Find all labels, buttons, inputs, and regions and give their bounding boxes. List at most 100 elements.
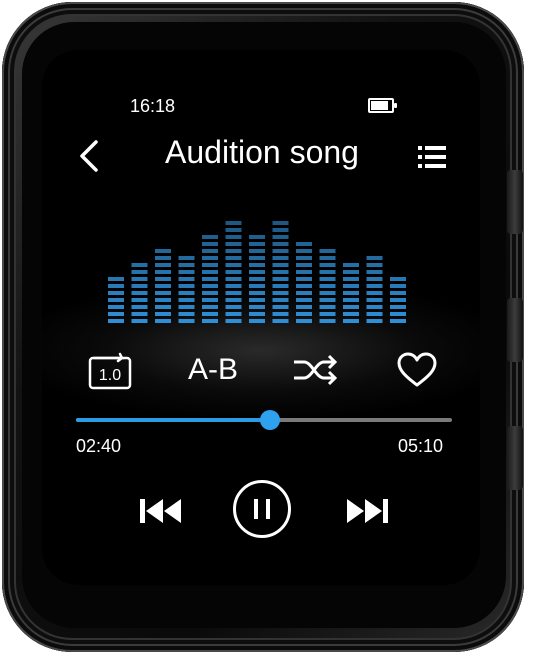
skip-next-icon (347, 499, 388, 523)
favorite-button[interactable] (392, 346, 442, 394)
visualizer-segment (178, 270, 195, 274)
visualizer-segment (366, 298, 383, 302)
visualizer-segment (249, 235, 265, 239)
visualizer-segment (366, 270, 383, 274)
visualizer-segment (249, 277, 265, 281)
visualizer-segment (155, 319, 171, 323)
visualizer-segment (108, 312, 124, 316)
progress-fill (76, 418, 271, 422)
visualizer-segment (272, 221, 289, 225)
progress-bar[interactable] (76, 410, 452, 430)
visualizer-segment (202, 263, 218, 267)
ab-repeat-button[interactable]: A-B (178, 346, 248, 394)
visualizer-segment (343, 298, 359, 302)
visualizer-segment (319, 277, 336, 281)
visualizer-segment (225, 263, 242, 267)
visualizer-segment (108, 291, 124, 295)
player-screen: 16:18 Audition song 1.0 A-B 02:40 05:10 (42, 50, 480, 585)
progress-knob[interactable] (260, 410, 281, 430)
visualizer-segment (319, 291, 336, 295)
visualizer-segment (155, 298, 171, 302)
visualizer-segment (296, 298, 312, 302)
visualizer-segment (343, 291, 359, 295)
visualizer-segment (225, 298, 242, 302)
visualizer-segment (343, 305, 359, 309)
visualizer-segment (225, 277, 242, 281)
back-button[interactable] (76, 136, 104, 176)
visualizer-segment (272, 270, 289, 274)
visualizer-segment (319, 256, 336, 260)
visualizer-segment (366, 256, 383, 260)
next-button[interactable] (342, 494, 392, 528)
visualizer-segment (155, 284, 171, 288)
visualizer-segment (390, 284, 406, 288)
visualizer-segment (108, 319, 124, 323)
visualizer-segment (178, 277, 195, 281)
visualizer-segment (296, 319, 312, 323)
visualizer-segment (155, 277, 171, 281)
heart-icon (397, 352, 437, 387)
visualizer-segment (202, 270, 218, 274)
visualizer-segment (272, 228, 289, 232)
playlist-button[interactable] (416, 142, 448, 172)
visualizer-segment (249, 305, 265, 309)
shuffle-button[interactable] (288, 346, 344, 394)
visualizer-segment (225, 291, 242, 295)
audio-visualizer (108, 221, 406, 323)
visualizer-segment (296, 256, 312, 260)
visualizer-segment (249, 263, 265, 267)
visualizer-segment (155, 291, 171, 295)
visualizer-segment (225, 249, 242, 253)
visualizer-segment (272, 298, 289, 302)
visualizer-segment (225, 270, 242, 274)
total-time: 05:10 (398, 436, 444, 456)
visualizer-segment (390, 312, 406, 316)
pause-button[interactable] (233, 480, 291, 538)
visualizer-segment (155, 256, 171, 260)
visualizer-segment (272, 277, 289, 281)
visualizer-segment (202, 312, 218, 316)
visualizer-segment (343, 312, 359, 316)
visualizer-segment (272, 305, 289, 309)
side-button-middle[interactable] (507, 298, 523, 362)
visualizer-segment (249, 319, 265, 323)
pause-icon (254, 499, 270, 519)
visualizer-segment (225, 284, 242, 288)
visualizer-segment (202, 256, 218, 260)
visualizer-segment (178, 263, 195, 267)
side-button-top[interactable] (507, 170, 523, 234)
visualizer-segment (155, 249, 171, 253)
battery-level (371, 101, 388, 110)
shuffle-icon (294, 354, 338, 386)
visualizer-segment (178, 256, 195, 260)
visualizer-segment (272, 319, 289, 323)
visualizer-segment (390, 291, 406, 295)
visualizer-segment (178, 305, 195, 309)
visualizer-segment (296, 291, 312, 295)
visualizer-segment (319, 305, 336, 309)
visualizer-segment (178, 298, 195, 302)
visualizer-segment (249, 298, 265, 302)
visualizer-segment (225, 305, 242, 309)
visualizer-segment (296, 263, 312, 267)
visualizer-segment (131, 270, 148, 274)
mode-controls: 1.0 A-B (42, 346, 480, 396)
visualizer-segment (366, 319, 383, 323)
visualizer-segment (225, 319, 242, 323)
visualizer-segment (108, 284, 124, 288)
visualizer-segment (272, 263, 289, 267)
playback-speed-button[interactable]: 1.0 (84, 346, 136, 394)
visualizer-segment (272, 242, 289, 246)
visualizer-segment (272, 284, 289, 288)
playback-controls (42, 478, 480, 544)
visualizer-segment (296, 270, 312, 274)
visualizer-segment (225, 242, 242, 246)
side-button-bottom[interactable] (507, 426, 523, 490)
visualizer-segment (249, 249, 265, 253)
visualizer-segment (390, 305, 406, 309)
visualizer-segment (296, 305, 312, 309)
visualizer-segment (319, 312, 336, 316)
previous-button[interactable] (136, 494, 186, 528)
visualizer-segment (202, 305, 218, 309)
visualizer-segment (202, 284, 218, 288)
